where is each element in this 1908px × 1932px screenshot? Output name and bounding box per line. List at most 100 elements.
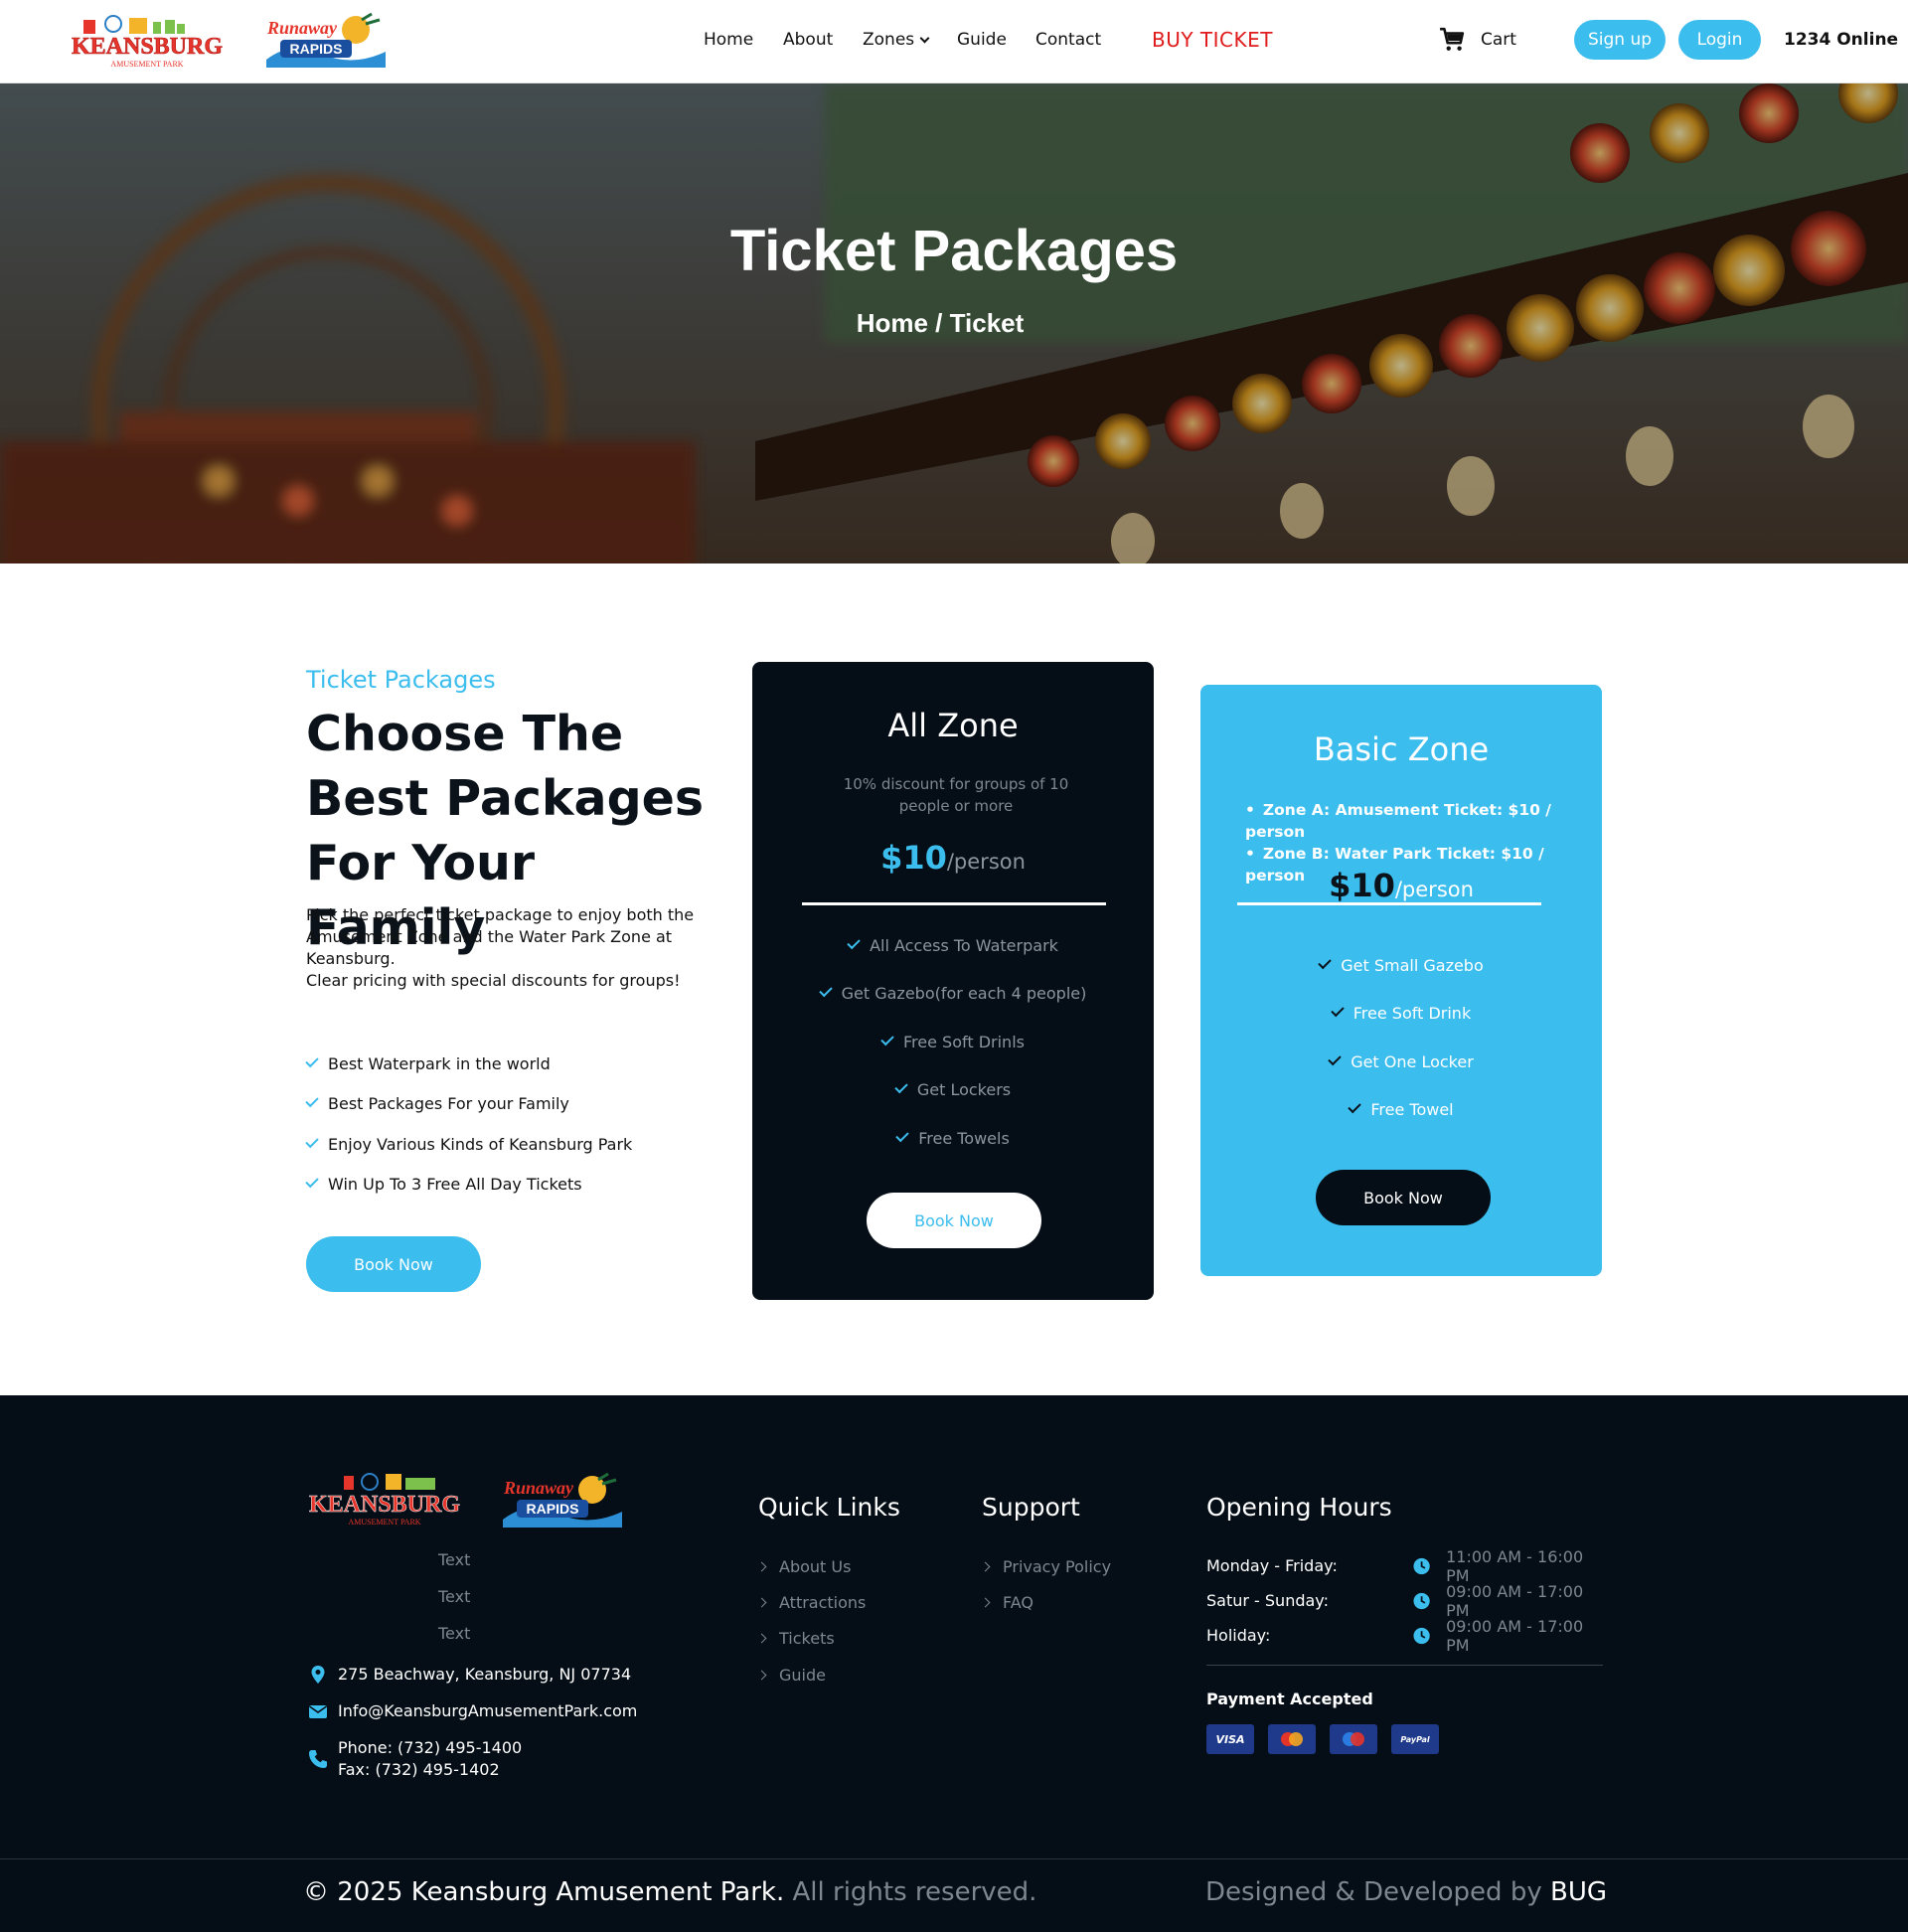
- fax-text: Fax: (732) 495-1402: [338, 1760, 500, 1779]
- perk-label: Get One Locker: [1351, 1051, 1474, 1071]
- card-divider: [802, 902, 1106, 905]
- check-icon: [880, 1032, 894, 1046]
- maestro-logo: [1343, 1732, 1364, 1746]
- check-icon: [1331, 1004, 1345, 1018]
- site-header: KEANSBURG AMUSEMENT PARK Runaway RAPIDS …: [0, 0, 1908, 83]
- nav-guide[interactable]: Guide: [957, 30, 1007, 50]
- perk-label: Free Soft Drinls: [903, 1032, 1025, 1051]
- signup-button[interactable]: Sign up: [1574, 20, 1666, 60]
- footer-text: Text: [438, 1624, 471, 1643]
- footer-link-privacy-policy[interactable]: Privacy Policy: [982, 1548, 1111, 1584]
- check-icon: [1328, 1051, 1342, 1065]
- svg-text:AMUSEMENT PARK: AMUSEMENT PARK: [110, 60, 183, 69]
- email-text[interactable]: Info@KeansburgAmusementPark.com: [338, 1700, 637, 1722]
- basic-zone-book-button[interactable]: Book Now: [1316, 1170, 1491, 1225]
- credit-name[interactable]: BUG: [1550, 1877, 1607, 1907]
- footer-keansburg-logo[interactable]: KEANSBURG AMUSEMENT PARK: [304, 1468, 465, 1531]
- hero-banner: Ticket Packages Home / Ticket: [0, 83, 1908, 564]
- price-amount: $10: [880, 839, 947, 877]
- maestro-icon: [1330, 1724, 1377, 1754]
- check-icon: [1318, 955, 1332, 969]
- clock-icon: [1413, 1557, 1430, 1574]
- card-price: $10/person: [1200, 867, 1602, 904]
- nav-home[interactable]: Home: [704, 30, 753, 50]
- clock-icon: [1413, 1592, 1430, 1609]
- check-icon: [305, 1175, 319, 1189]
- phone-row: Phone: (732) 495-1400 Fax: (732) 495-140…: [308, 1737, 522, 1781]
- copyright: © 2025 Keansburg Amusement Park. All rig…: [303, 1877, 1036, 1907]
- check-icon: [894, 1080, 908, 1094]
- hours-row: Satur - Sunday: 09:00 AM - 17:00 PM: [1206, 1581, 1604, 1620]
- hours-time: 09:00 AM - 17:00 PM: [1446, 1616, 1584, 1655]
- card-price: $10/person: [752, 839, 1154, 877]
- perk-list: All Access To Waterpark Get Gazebo(for e…: [752, 921, 1154, 1163]
- nav-about[interactable]: About: [783, 30, 833, 50]
- hours-day: Holiday:: [1206, 1626, 1271, 1645]
- nav-buy-ticket[interactable]: BUY TICKET: [1152, 28, 1273, 52]
- card-title: Basic Zone: [1313, 730, 1490, 768]
- price-unit: /person: [1394, 878, 1474, 901]
- feature-list: Best Waterpark in the world Best Package…: [305, 1044, 632, 1205]
- keansburg-logo[interactable]: KEANSBURG AMUSEMENT PARK: [66, 14, 229, 72]
- feature-label: Best Packages For your Family: [328, 1094, 569, 1114]
- nav-contact[interactable]: Contact: [1035, 30, 1101, 50]
- phone-text[interactable]: Phone: (732) 495-1400: [338, 1737, 522, 1759]
- credit-prefix: Designed & Developed by: [1204, 1877, 1550, 1907]
- perk-label: Free Soft Drink: [1352, 1004, 1472, 1024]
- phone-fax-block: Phone: (732) 495-1400 Fax: (732) 495-140…: [338, 1737, 522, 1781]
- footer-text: Text: [438, 1550, 471, 1569]
- perk-item: Free Soft Drink: [1200, 990, 1602, 1039]
- section-eyebrow: Ticket Packages: [306, 666, 496, 694]
- runaway-rapids-logo[interactable]: Runaway RAPIDS: [262, 10, 390, 72]
- hero-title: Ticket Packages: [729, 219, 1179, 283]
- cart-link[interactable]: Cart: [1481, 30, 1516, 50]
- all-zone-card: All Zone 10% discount for groups of 10 p…: [752, 662, 1154, 1300]
- login-button[interactable]: Login: [1678, 20, 1761, 60]
- mastercard-logo: [1281, 1732, 1303, 1746]
- svg-text:Runaway: Runaway: [503, 1478, 574, 1498]
- footer-text: Text: [438, 1587, 471, 1606]
- footer-link-tickets[interactable]: Tickets: [758, 1621, 866, 1657]
- site-footer: KEANSBURG AMUSEMENT PARK Runaway RAPIDS …: [0, 1395, 1908, 1932]
- svg-text:RAPIDS: RAPIDS: [290, 41, 343, 57]
- support-heading: Support: [982, 1493, 1080, 1522]
- footer-link-attractions[interactable]: Attractions: [758, 1584, 866, 1620]
- check-icon: [305, 1053, 319, 1067]
- card-description: 10% discount for groups of 10 people or …: [843, 775, 1069, 815]
- location-pin-icon: [311, 1666, 325, 1684]
- footer-runaway-rapids-logo[interactable]: Runaway RAPIDS: [499, 1468, 626, 1531]
- perk-item: Get Gazebo(for each 4 people): [752, 970, 1154, 1019]
- footer-link-about-us[interactable]: About Us: [758, 1548, 866, 1584]
- perk-label: Get Gazebo(for each 4 people): [841, 984, 1087, 1004]
- intro-line-2: Clear pricing with special discounts for…: [306, 971, 681, 990]
- check-icon: [895, 1128, 909, 1142]
- check-icon: [847, 935, 861, 949]
- hours-row: Monday - Friday: 11:00 AM - 16:00 PM: [1206, 1547, 1604, 1585]
- perk-item: Free Towel: [1200, 1086, 1602, 1135]
- nav-zones[interactable]: Zones: [863, 30, 930, 50]
- cart-icon[interactable]: [1439, 27, 1465, 53]
- intro-line-1: Pick the perfect ticket package to enjoy…: [306, 905, 695, 968]
- quick-links-heading: Quick Links: [758, 1493, 900, 1522]
- mastercard-icon: [1268, 1724, 1316, 1754]
- feature-label: Win Up To 3 Free All Day Tickets: [328, 1175, 582, 1195]
- card-title: All Zone: [887, 707, 1019, 744]
- perk-label: Get Lockers: [916, 1080, 1012, 1100]
- feature-item: Best Packages For your Family: [305, 1084, 632, 1125]
- check-icon: [818, 984, 833, 998]
- svg-text:KEANSBURG: KEANSBURG: [309, 1492, 460, 1518]
- book-now-button[interactable]: Book Now: [306, 1236, 481, 1292]
- quick-links-list: About Us Attractions Tickets Guide: [758, 1548, 866, 1692]
- perk-item: Free Soft Drinls: [752, 1018, 1154, 1066]
- all-zone-book-button[interactable]: Book Now: [867, 1193, 1041, 1248]
- copyright-rest: All rights reserved.: [784, 1877, 1037, 1907]
- phone-icon: [309, 1750, 327, 1768]
- footer-link-faq[interactable]: FAQ: [982, 1584, 1111, 1620]
- hours-day: Satur - Sunday:: [1206, 1591, 1329, 1610]
- payment-title: Payment Accepted: [1206, 1690, 1373, 1708]
- hours-time: 09:00 AM - 17:00 PM: [1446, 1581, 1584, 1620]
- breadcrumb: Home / Ticket: [856, 308, 1025, 338]
- footer-bottom-bar: © 2025 Keansburg Amusement Park. All rig…: [0, 1858, 1908, 1932]
- email-row[interactable]: Info@KeansburgAmusementPark.com: [308, 1700, 637, 1722]
- footer-link-guide[interactable]: Guide: [758, 1657, 866, 1692]
